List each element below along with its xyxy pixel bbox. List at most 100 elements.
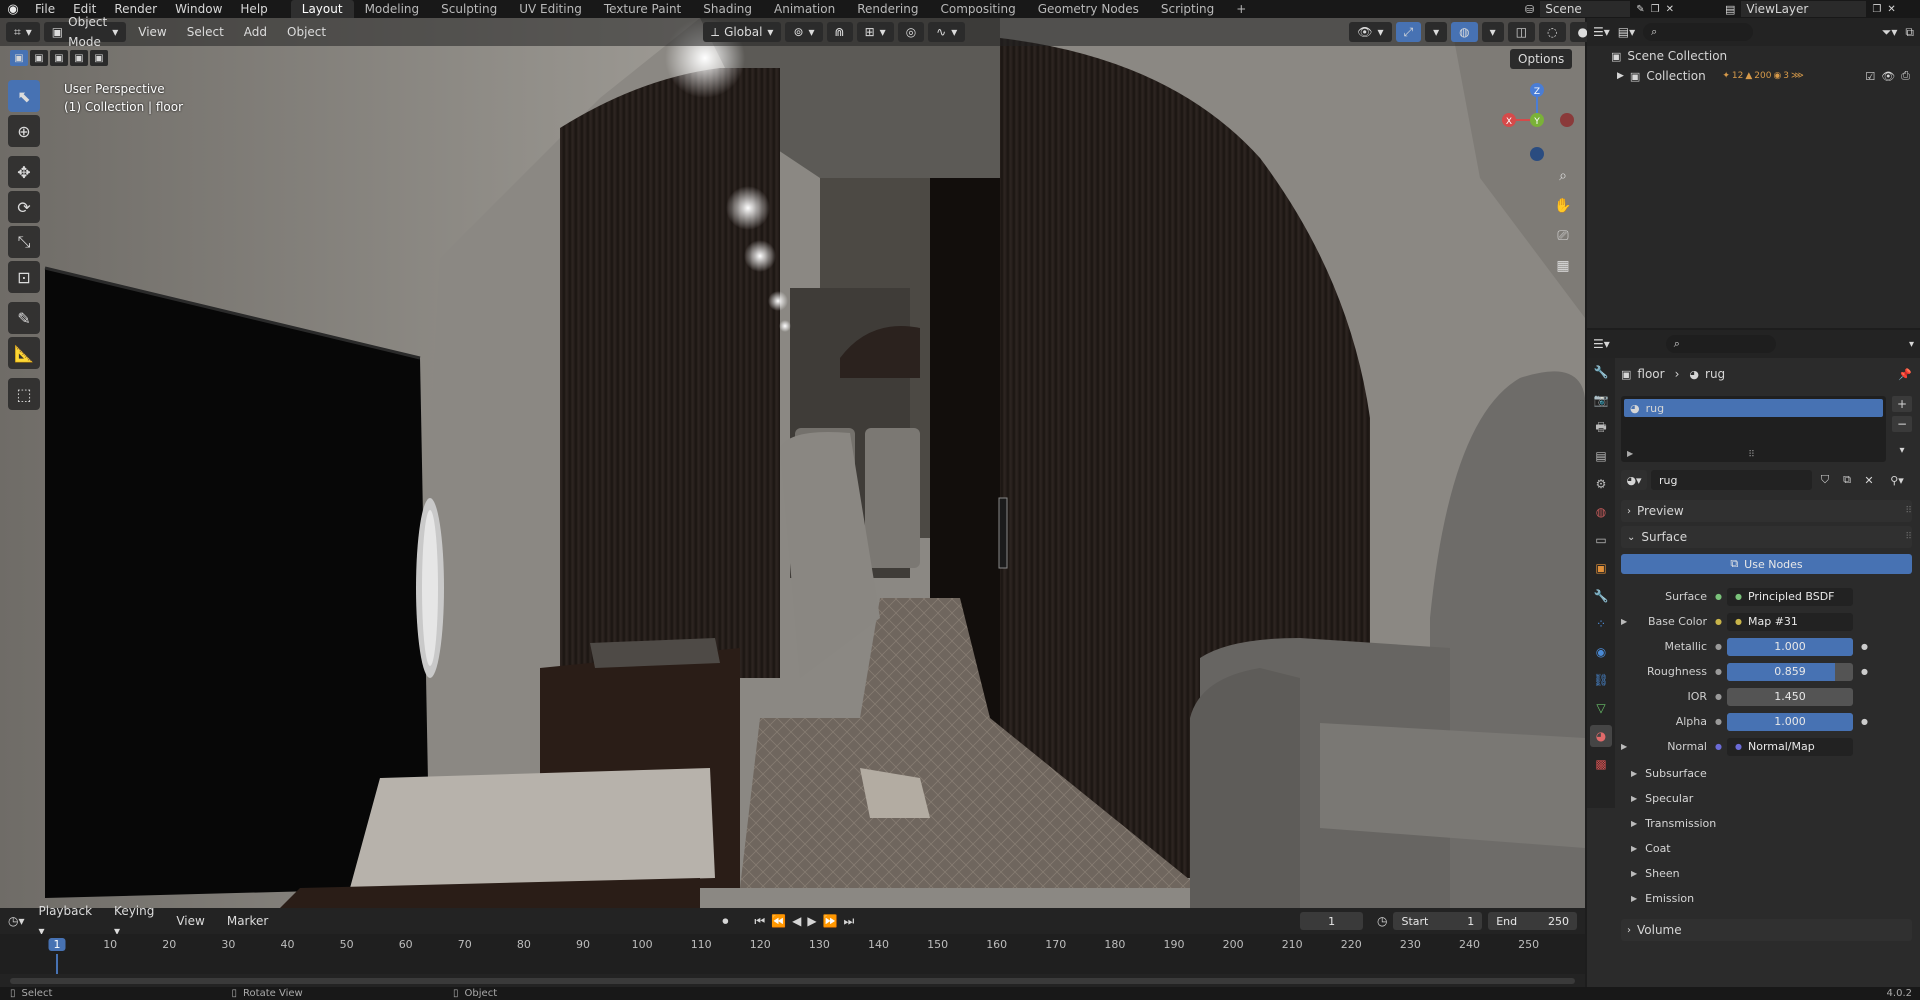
- tab-shading[interactable]: Shading: [692, 0, 763, 18]
- unlink-material-icon[interactable]: ✕: [1860, 474, 1878, 487]
- keyframe-dot-icon[interactable]: ●: [1861, 642, 1868, 651]
- socket-dot-icon[interactable]: ●: [1715, 717, 1727, 726]
- tab-compositing[interactable]: Compositing: [929, 0, 1026, 18]
- object-tab-icon[interactable]: ▣: [1590, 557, 1612, 579]
- next-keyframe-icon[interactable]: ⏩: [823, 914, 838, 928]
- viewlayer-name[interactable]: ViewLayer: [1741, 1, 1867, 17]
- ortho-grid-icon[interactable]: ▦: [1550, 253, 1576, 279]
- surface-section-header[interactable]: ⌄ Surface ⠿: [1621, 526, 1912, 548]
- view-layer-tab-icon[interactable]: ▤: [1590, 445, 1612, 467]
- viewlayer-icon[interactable]: ▤: [1725, 3, 1735, 16]
- resize-handle-icon[interactable]: ⠿: [1748, 450, 1755, 460]
- tab-uv-editing[interactable]: UV Editing: [508, 0, 593, 18]
- options-dropdown[interactable]: Options: [1510, 49, 1573, 69]
- keyframe-dot-icon[interactable]: ●: [1861, 717, 1868, 726]
- mode-dropdown[interactable]: ▣ Object Mode ▾: [43, 15, 127, 49]
- props-options-chevron-icon[interactable]: ▾: [1909, 339, 1914, 350]
- visibility-dropdown[interactable]: 👁 ▾: [1349, 22, 1392, 42]
- physics-tab-icon[interactable]: ◉: [1590, 641, 1612, 663]
- tab-texture-paint[interactable]: Texture Paint: [593, 0, 692, 18]
- select-new-icon[interactable]: ▣: [10, 50, 28, 66]
- timeline-editor-icon[interactable]: ◷▾: [8, 914, 25, 928]
- delete-viewlayer-icon[interactable]: ✕: [1887, 4, 1895, 15]
- menu-help[interactable]: Help: [231, 0, 276, 18]
- tab-scripting[interactable]: Scripting: [1150, 0, 1225, 18]
- proportional-edit-toggle[interactable]: ◎: [897, 22, 925, 42]
- jump-start-icon[interactable]: ⏮: [754, 914, 765, 929]
- frame-ruler[interactable]: 1 10 20 30 40 50 60 70 80 90 100 110 120 130 140 150 160…: [0, 934, 1585, 974]
- socket-dot-icon[interactable]: ●: [1715, 742, 1727, 751]
- cursor-tool[interactable]: ⊕: [8, 115, 40, 147]
- measure-tool[interactable]: 📐: [8, 337, 40, 369]
- scene-name[interactable]: Scene: [1540, 1, 1631, 17]
- menu-add[interactable]: Add: [236, 22, 275, 42]
- keyframe-dot-icon[interactable]: ●: [1861, 667, 1868, 676]
- prop-value-field[interactable]: ● Principled BSDF: [1727, 587, 1853, 606]
- prop-value-field[interactable]: 1.000: [1727, 712, 1853, 731]
- tab-geometry-nodes[interactable]: Geometry Nodes: [1027, 0, 1150, 18]
- prop-value-field[interactable]: 1.450: [1727, 687, 1853, 706]
- prop-value-field[interactable]: ● Normal/Map: [1727, 737, 1853, 756]
- material-name-field[interactable]: rug: [1651, 470, 1812, 490]
- start-frame-field[interactable]: Start 1: [1393, 912, 1483, 930]
- menu-marker[interactable]: Marker: [219, 911, 276, 931]
- add-slot-icon[interactable]: +: [1892, 396, 1912, 412]
- select-intersect-icon[interactable]: ▣: [90, 50, 108, 66]
- subpanel-transmission[interactable]: ▶ Transmission: [1621, 811, 1912, 836]
- prop-value-field[interactable]: ● Map #31: [1727, 612, 1853, 631]
- subpanel-subsurface[interactable]: ▶ Subsurface: [1621, 761, 1912, 786]
- collection-row[interactable]: ▶ ▣ Collection ✦ 12 ▲ 200 ◉ 3 ⋙ ☑ 👁 ⎙: [1587, 66, 1920, 86]
- subpanel-coat[interactable]: ▶ Coat: [1621, 836, 1912, 861]
- subpanel-specular[interactable]: ▶ Specular: [1621, 786, 1912, 811]
- menu-view[interactable]: View: [130, 22, 174, 42]
- 3d-viewport[interactable]: User Perspective (1) Collection | floor …: [0, 18, 1585, 908]
- menu-window[interactable]: Window: [166, 0, 231, 18]
- add-cube-tool[interactable]: ⬚: [8, 378, 40, 410]
- new-viewlayer-icon[interactable]: ❐: [1872, 4, 1881, 15]
- prop-expand-icon[interactable]: ▶: [1621, 742, 1635, 751]
- preview-section-header[interactable]: › Preview ⠿: [1621, 500, 1912, 522]
- material-tab-icon[interactable]: ◕: [1590, 725, 1612, 747]
- expand-arrow-icon[interactable]: ▶: [1617, 71, 1624, 81]
- xray-toggle[interactable]: ◫: [1507, 22, 1536, 42]
- tab-rendering[interactable]: Rendering: [846, 0, 929, 18]
- transform-orientation-dropdown[interactable]: ⟂ Global ▾: [703, 22, 782, 42]
- current-frame-field[interactable]: 1: [1300, 912, 1363, 930]
- play-reverse-icon[interactable]: ◀: [792, 914, 801, 928]
- select-extend-icon[interactable]: ▣: [30, 50, 48, 66]
- remove-slot-icon[interactable]: −: [1892, 416, 1912, 432]
- socket-dot-icon[interactable]: ●: [1715, 692, 1727, 701]
- jump-end-icon[interactable]: ⏭: [844, 914, 855, 929]
- duplicate-material-icon[interactable]: ⧉: [1838, 473, 1856, 487]
- gizmo-dropdown[interactable]: ▾: [1425, 22, 1448, 42]
- material-slot-item[interactable]: ◕ rug: [1624, 399, 1883, 417]
- fake-user-shield-icon[interactable]: ⛉: [1816, 473, 1834, 487]
- slot-menu-chevron-icon[interactable]: ▾: [1892, 442, 1912, 458]
- menu-object[interactable]: Object: [279, 22, 334, 42]
- pivot-dropdown[interactable]: ⊚ ▾: [785, 22, 823, 42]
- particles-tab-icon[interactable]: ⁘: [1590, 613, 1612, 635]
- select-box-tool[interactable]: ⬉: [8, 80, 40, 112]
- render-camera-icon[interactable]: ⎙: [1901, 69, 1910, 83]
- overlays-dropdown[interactable]: ▾: [1481, 22, 1504, 42]
- scene-icon[interactable]: ⛁: [1525, 3, 1534, 16]
- add-workspace-icon[interactable]: +: [1225, 0, 1257, 18]
- filter-icon[interactable]: ⏷▾: [1882, 25, 1898, 40]
- render-tab-icon[interactable]: 📷: [1590, 389, 1612, 411]
- camera-view-icon[interactable]: ⎚: [1550, 223, 1576, 249]
- include-checkbox[interactable]: ☑: [1865, 70, 1875, 83]
- menu-timeline-view[interactable]: View: [168, 911, 212, 931]
- socket-dot-icon[interactable]: ●: [1715, 642, 1727, 651]
- menu-render[interactable]: Render: [105, 0, 166, 18]
- new-scene-icon[interactable]: ❐: [1651, 4, 1660, 15]
- data-tab-icon[interactable]: ▽: [1590, 697, 1612, 719]
- end-frame-field[interactable]: End 250: [1488, 912, 1577, 930]
- scene-tab-icon[interactable]: ⚙: [1590, 473, 1612, 495]
- tab-sculpting[interactable]: Sculpting: [430, 0, 508, 18]
- outliner-editor-icon[interactable]: ☰▾: [1593, 25, 1610, 39]
- new-collection-icon[interactable]: ⧉: [1905, 25, 1914, 40]
- tab-layout[interactable]: Layout: [290, 0, 354, 18]
- tab-modeling[interactable]: Modeling: [354, 0, 431, 18]
- modifier-tab-icon[interactable]: 🔧: [1590, 585, 1612, 607]
- socket-dot-icon[interactable]: ●: [1715, 667, 1727, 676]
